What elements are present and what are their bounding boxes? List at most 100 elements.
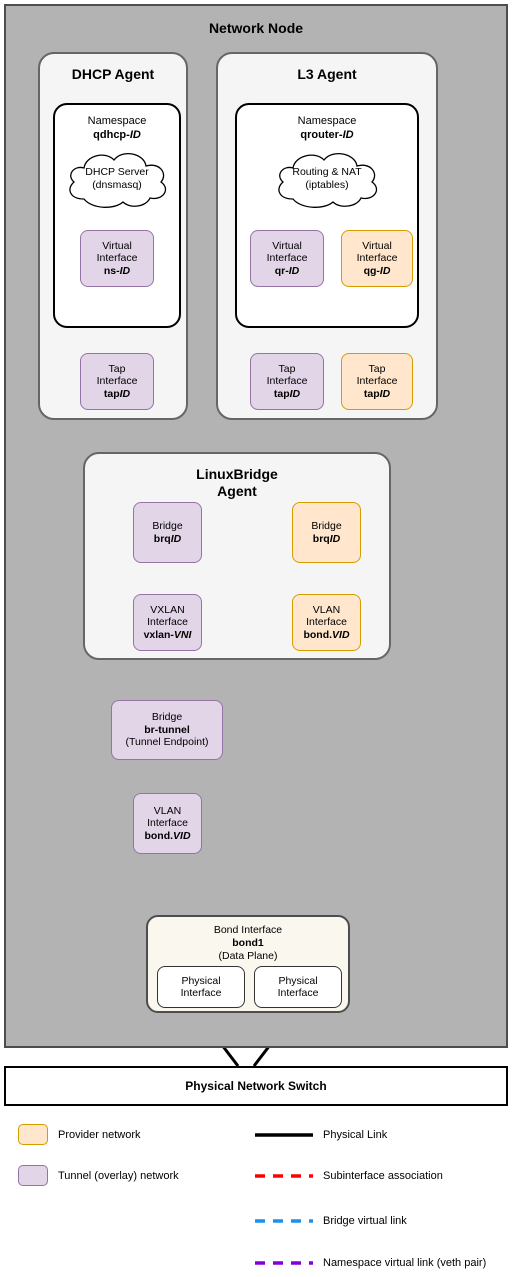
vi-qg-name: qg- xyxy=(363,264,380,277)
tap-qr-name: tap xyxy=(273,387,290,400)
qdhcp-namespace-label: Namespace qdhcp-ID xyxy=(55,114,179,142)
l3-tap-interface-qr[interactable]: Tap Interface tapID xyxy=(250,353,324,410)
vi-qg-id: ID xyxy=(379,264,391,277)
vxlan-interface[interactable]: VXLAN Interface vxlan-VNI xyxy=(133,594,202,651)
nic1-line1: Physical xyxy=(181,974,221,987)
bond-interface-container[interactable]: Bond Interface bond1 (Data Plane) Physic… xyxy=(146,915,350,1013)
linuxbridge-agent-title: LinuxBridge Agent xyxy=(85,466,389,500)
tap-qg-id: ID xyxy=(379,387,391,400)
l3-cloud-text: Routing & NAT (iptables) xyxy=(271,147,383,211)
l3-tap-interface-qg[interactable]: Tap Interface tapID xyxy=(341,353,413,410)
vlan-tun-line1: VLAN xyxy=(153,804,182,817)
vxlan-id: VNI xyxy=(173,628,192,641)
brq-provider-line1: Bridge xyxy=(311,520,342,532)
physical-network-switch[interactable]: Physical Network Switch xyxy=(4,1066,508,1106)
brq-provider-name: brq xyxy=(312,532,330,545)
legend-label-namespace-virtual-link: Namespace virtual link (veth pair) xyxy=(323,1257,487,1269)
legend-swatch-provider-network xyxy=(18,1124,48,1145)
qdhcp-namespace: Namespace qdhcp-ID xyxy=(53,103,181,328)
bond-sublabel: (Data Plane) xyxy=(218,950,278,962)
br-tunnel-line3: (Tunnel Endpoint) xyxy=(125,736,209,749)
vi-ns-id: ID xyxy=(119,264,131,277)
l3-virtual-interface-qr[interactable]: Virtual Interface qr-ID xyxy=(250,230,324,287)
bridge-br-tunnel[interactable]: Bridge br-tunnel (Tunnel Endpoint) xyxy=(111,700,223,760)
legend-swatch-tunnel-network xyxy=(18,1165,48,1186)
qrouter-namespace-label-text: Namespace xyxy=(297,115,357,127)
physical-interface-1[interactable]: Physical Interface xyxy=(157,966,245,1008)
vxlan-name: vxlan- xyxy=(143,628,174,641)
legend-label-tunnel-network: Tunnel (overlay) network xyxy=(58,1170,179,1182)
vlan-interface-provider[interactable]: VLAN Interface bond.VID xyxy=(292,594,361,651)
qdhcp-namespace-label-text: Namespace xyxy=(87,115,147,127)
nic1-line2: Interface xyxy=(180,987,222,999)
bridge-brq-tunnel[interactable]: Bridge brqID xyxy=(133,502,202,563)
qrouter-namespace-label: Namespace qrouter-ID xyxy=(237,114,417,142)
vlan-tun-id: VID xyxy=(173,829,191,842)
qrouter-namespace-name: qrouter- xyxy=(300,129,343,141)
dhcp-virtual-interface-ns[interactable]: Virtual Interface ns-ID xyxy=(80,230,154,287)
dhcp-server-cloud: DHCP Server (dnsmasq) xyxy=(62,147,172,211)
qdhcp-namespace-id: ID xyxy=(129,129,141,141)
vlan-prov-name: bond. xyxy=(303,628,333,641)
routing-nat-cloud: Routing & NAT (iptables) xyxy=(271,147,383,211)
tap-dhcp-name: tap xyxy=(103,387,120,400)
l3-cloud-line1: Routing & NAT xyxy=(292,166,362,178)
nic2-line2: Interface xyxy=(277,987,319,999)
legend-label-provider-network: Provider network xyxy=(58,1129,141,1141)
tap-qr-id: ID xyxy=(289,387,301,400)
vxlan-line2: Interface xyxy=(147,616,188,629)
legend-label-physical-link: Physical Link xyxy=(323,1129,388,1141)
l3-virtual-interface-qg[interactable]: Virtual Interface qg-ID xyxy=(341,230,413,287)
brq-provider-id: ID xyxy=(329,532,341,545)
qrouter-namespace-id: ID xyxy=(342,129,354,141)
vi-ns-line2: Interface xyxy=(96,252,138,265)
brq-tunnel-id: ID xyxy=(170,532,182,545)
qdhcp-namespace-name: qdhcp- xyxy=(93,129,130,141)
vi-ns-name: ns- xyxy=(103,264,120,277)
qrouter-namespace: Namespace qrouter-ID xyxy=(235,103,419,328)
tap-dhcp-line1: Tap xyxy=(108,362,126,375)
dhcp-cloud-line2: (dnsmasq) xyxy=(92,179,142,191)
legend-label-subinterface-association: Subinterface association xyxy=(323,1170,443,1182)
network-node-title: Network Node xyxy=(208,20,304,36)
legend-label-bridge-virtual-link: Bridge virtual link xyxy=(323,1215,407,1227)
bridge-brq-provider[interactable]: Bridge brqID xyxy=(292,502,361,563)
vi-qr-name: qr- xyxy=(274,264,289,277)
vi-qr-id: ID xyxy=(288,264,300,277)
vlan-interface-tunnel[interactable]: VLAN Interface bond.VID xyxy=(133,793,202,854)
tap-qg-line2: Interface xyxy=(356,375,398,388)
l3-agent-title: L3 Agent xyxy=(297,66,357,82)
tap-qr-line2: Interface xyxy=(266,375,308,388)
brq-tunnel-line1: Bridge xyxy=(152,520,183,532)
vi-qr-line1: Virtual xyxy=(272,239,302,252)
vlan-prov-line1: VLAN xyxy=(312,603,341,616)
tap-dhcp-id: ID xyxy=(119,387,131,400)
vi-qg-line1: Virtual xyxy=(362,239,392,252)
dhcp-cloud-line1: DHCP Server xyxy=(85,166,149,178)
vlan-tun-line2: Interface xyxy=(147,817,188,830)
dhcp-agent-title: DHCP Agent xyxy=(71,66,155,82)
vxlan-line1: VXLAN xyxy=(150,603,185,616)
network-diagram: Network Node DHCP Agent Namespace qdhcp-… xyxy=(0,0,512,1277)
vi-qr-line2: Interface xyxy=(266,252,308,265)
dhcp-tap-interface[interactable]: Tap Interface tapID xyxy=(80,353,154,410)
vlan-prov-line2: Interface xyxy=(306,616,347,629)
linuxbridge-title-line1: LinuxBridge xyxy=(196,466,278,482)
tap-qr-line1: Tap xyxy=(278,362,296,375)
vlan-tun-name: bond. xyxy=(144,829,174,842)
physical-interface-2[interactable]: Physical Interface xyxy=(254,966,342,1008)
bond-interface-title: Bond Interface bond1 (Data Plane) xyxy=(148,924,348,963)
dhcp-cloud-text: DHCP Server (dnsmasq) xyxy=(62,147,172,211)
brq-tunnel-name: brq xyxy=(153,532,171,545)
bond-name: bond1 xyxy=(232,937,264,949)
tap-dhcp-line2: Interface xyxy=(96,375,138,388)
nic2-line1: Physical xyxy=(278,974,318,987)
tap-qg-line1: Tap xyxy=(368,362,386,375)
legend: Provider network Tunnel (overlay) networ… xyxy=(0,1118,512,1277)
tap-qg-name: tap xyxy=(363,387,380,400)
linuxbridge-title-line2: Agent xyxy=(217,483,257,499)
vlan-prov-id: VID xyxy=(332,628,350,641)
br-tunnel-name: br-tunnel xyxy=(144,723,190,736)
l3-cloud-line2: (iptables) xyxy=(305,179,349,191)
br-tunnel-line1: Bridge xyxy=(151,711,183,724)
